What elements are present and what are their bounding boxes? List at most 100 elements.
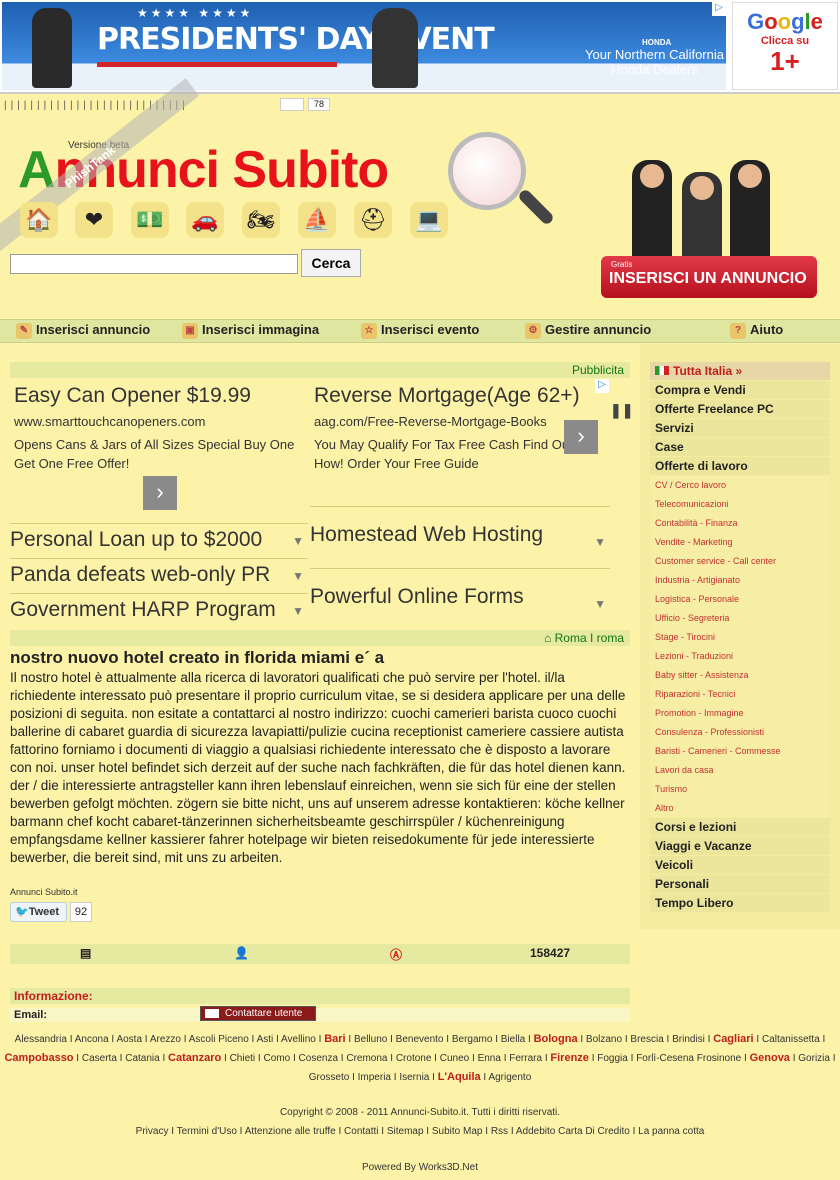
sidebar-item[interactable]: Baristi - Camerieri - Commesse — [650, 742, 830, 760]
ad-link-harp[interactable]: Government HARP Program ▼ — [10, 593, 308, 628]
nav-inserisci-evento[interactable]: ☆ Inserisci evento — [361, 322, 479, 339]
city-link[interactable]: Grosseto — [309, 1072, 350, 1083]
search-button[interactable]: Cerca — [301, 249, 361, 277]
ad-link-personal-loan[interactable]: Personal Loan up to $2000 ▼ — [10, 523, 308, 558]
city-link[interactable]: Cosenza — [299, 1053, 338, 1064]
sidebar-item[interactable]: CV / Cerco lavoro — [650, 476, 830, 494]
city-link[interactable]: Genova — [750, 1052, 790, 1064]
post-ad-button[interactable]: Gratis INSERISCI UN ANNUNCIO — [601, 256, 817, 298]
city-link[interactable]: Caltanissetta — [762, 1034, 820, 1045]
sidebar-item[interactable]: Customer service - Call center — [650, 552, 830, 570]
adchoices-icon[interactable]: ▷ — [712, 2, 726, 16]
sidebar-item[interactable]: Turismo — [650, 780, 830, 798]
share-box[interactable] — [280, 98, 304, 111]
sidebar-item[interactable]: Case — [650, 438, 830, 456]
city-link[interactable]: Bolzano — [586, 1034, 622, 1045]
ad-link-panda[interactable]: Panda defeats web-only PR ▼ — [10, 558, 308, 593]
ad-arrow-button[interactable]: › — [143, 476, 177, 510]
sidebar-item[interactable]: Contabilità - Finanza — [650, 514, 830, 532]
city-link[interactable]: Avellino — [281, 1034, 316, 1045]
city-link[interactable]: Bari — [324, 1033, 345, 1045]
helmet-icon[interactable]: ⛑ — [354, 202, 392, 238]
footer-link[interactable]: Contatti — [344, 1126, 378, 1137]
city-link[interactable]: Ferrara — [509, 1053, 542, 1064]
contact-user-button[interactable]: Contattare utente — [200, 1006, 316, 1021]
sidebar-item[interactable]: Tempo Libero — [650, 894, 830, 912]
city-link[interactable]: Gorizia — [798, 1053, 830, 1064]
footer-link[interactable]: Privacy — [136, 1126, 169, 1137]
city-link[interactable]: Biella — [501, 1034, 525, 1045]
city-link[interactable]: Enna — [478, 1053, 501, 1064]
ad-link-online-forms[interactable]: Powerful Online Forms ▼ — [310, 568, 610, 628]
footer-link[interactable]: Addebito Carta Di Credito — [516, 1126, 630, 1137]
pause-icon[interactable]: ❚❚ — [610, 402, 633, 419]
car-icon[interactable]: 🚗 — [186, 202, 224, 238]
sidebar-item[interactable]: Veicoli — [650, 856, 830, 874]
footer-link[interactable]: Sitemap — [387, 1126, 424, 1137]
city-link[interactable]: Campobasso — [4, 1052, 73, 1064]
city-link[interactable]: Firenze — [550, 1052, 589, 1064]
sidebar-item[interactable]: Promotion - Immagine — [650, 704, 830, 722]
ad-can-opener[interactable]: Easy Can Opener $19.99 www.smarttouchcan… — [14, 384, 304, 473]
sidebar-item[interactable]: Corsi e lezioni — [650, 818, 830, 836]
motorbike-icon[interactable]: 🏍 — [242, 202, 280, 238]
sidebar-item[interactable]: Compra e Vendi — [650, 381, 830, 399]
sidebar-item[interactable]: Consulenza - Professionisti — [650, 723, 830, 741]
city-link[interactable]: L'Aquila — [438, 1071, 481, 1083]
sidebar-item[interactable]: Altro — [650, 799, 830, 817]
sidebar-item[interactable]: Riparazioni - Tecnici — [650, 685, 830, 703]
adchoices-icon[interactable]: ▷ — [595, 379, 609, 393]
sidebar-tutta-italia[interactable]: Tutta Italia » — [650, 362, 830, 380]
sidebar-item[interactable]: Lavori da casa — [650, 761, 830, 779]
breadcrumb-sub[interactable]: roma — [597, 631, 624, 645]
sidebar-item[interactable]: Servizi — [650, 419, 830, 437]
sidebar-item[interactable]: Offerte Freelance PC — [650, 400, 830, 418]
nav-gestire-annuncio[interactable]: ⚙ Gestire annuncio — [525, 322, 651, 339]
city-link[interactable]: Brindisi — [672, 1034, 705, 1045]
city-link[interactable]: Como — [264, 1053, 291, 1064]
ad-link-homestead[interactable]: Homestead Web Hosting ▼ — [310, 506, 610, 568]
city-link[interactable]: Catania — [125, 1053, 159, 1064]
sidebar-item[interactable]: Ufficio - Segreteria — [650, 609, 830, 627]
footer-link[interactable]: Termini d'Uso — [177, 1126, 237, 1137]
ad-arrow-button[interactable]: › — [564, 420, 598, 454]
city-link[interactable]: Alessandria — [15, 1034, 67, 1045]
alert-icon[interactable]: Ⓐ — [390, 946, 402, 963]
city-link[interactable]: Cuneo — [440, 1053, 469, 1064]
nav-inserisci-annuncio[interactable]: ✎ Inserisci annuncio — [16, 322, 150, 339]
computer-icon[interactable]: 💻 — [410, 202, 448, 238]
google-plus-ad[interactable]: Google Clicca su 1+ — [732, 2, 838, 90]
city-link[interactable]: Aosta — [116, 1034, 142, 1045]
city-link[interactable]: Asti — [257, 1034, 274, 1045]
footer-link[interactable]: Attenzione alle truffe — [245, 1126, 336, 1137]
sidebar-item[interactable]: Industria - Artigianato — [650, 571, 830, 589]
city-link[interactable]: Cagliari — [713, 1033, 753, 1045]
city-link[interactable]: Forlì-Cesena Frosinone — [636, 1053, 741, 1064]
city-link[interactable]: Chieti — [230, 1053, 256, 1064]
city-link[interactable]: Bergamo — [452, 1034, 493, 1045]
footer-link[interactable]: Rss — [491, 1126, 508, 1137]
city-link[interactable]: Foggia — [597, 1053, 628, 1064]
city-link[interactable]: Catanzaro — [168, 1052, 221, 1064]
footer-link[interactable]: La panna cotta — [638, 1126, 704, 1137]
heart-icon[interactable]: ❤ — [75, 202, 113, 238]
house-icon[interactable]: 🏠 — [20, 202, 58, 238]
home-icon[interactable]: ⌂ — [544, 631, 551, 645]
sidebar-item[interactable]: Offerte di lavoro — [650, 457, 830, 475]
city-link[interactable]: Agrigento — [488, 1072, 531, 1083]
sidebar-item[interactable]: Baby sitter - Assistenza — [650, 666, 830, 684]
boat-icon[interactable]: ⛵ — [298, 202, 336, 238]
sidebar-item[interactable]: Logistica - Personale — [650, 590, 830, 608]
city-link[interactable]: Brescia — [630, 1034, 663, 1045]
tweet-button[interactable]: 🐦Tweet — [10, 902, 67, 922]
city-link[interactable]: Benevento — [396, 1034, 444, 1045]
city-link[interactable]: Ancona — [75, 1034, 109, 1045]
city-link[interactable]: Caserta — [82, 1053, 117, 1064]
search-input[interactable] — [10, 254, 298, 274]
sidebar-item[interactable]: Telecomunicazioni — [650, 495, 830, 513]
money-icon[interactable]: 💵 — [131, 202, 169, 238]
city-link[interactable]: Ascoli Piceno — [189, 1034, 249, 1045]
honda-ad[interactable]: ★★★★ ★★★★ PRESIDENTS' DAY EVENT HONDA Yo… — [2, 2, 726, 90]
city-link[interactable]: Belluno — [354, 1034, 387, 1045]
nav-aiuto[interactable]: ? Aiuto — [730, 322, 783, 339]
